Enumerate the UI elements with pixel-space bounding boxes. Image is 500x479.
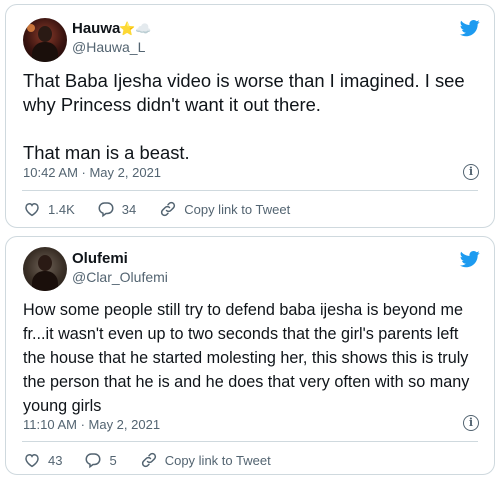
name-emoji-badge: ⭐️☁️ <box>119 21 152 36</box>
author-handle[interactable]: @Hauwa_L <box>72 39 145 55</box>
divider <box>22 190 478 191</box>
like-count: 1.4K <box>48 201 75 217</box>
tweet-timestamp[interactable]: 10:42 AM · May 2, 2021 <box>23 165 161 180</box>
reply-bubble-icon <box>85 453 101 469</box>
link-icon <box>161 201 176 217</box>
heart-icon <box>25 453 39 468</box>
like-button[interactable]: 43 <box>23 451 62 469</box>
reply-button[interactable]: 5 <box>84 451 117 469</box>
tweet-actions: 1.4K 34 Copy link to Tweet <box>23 199 290 219</box>
tweet-card[interactable]: Olufemi @Clar_Olufemi How some people st… <box>5 236 495 475</box>
avatar[interactable] <box>23 247 67 291</box>
copy-link-button[interactable]: Copy link to Tweet <box>159 200 290 218</box>
copy-link-label: Copy link to Tweet <box>164 452 271 468</box>
copy-link-label: Copy link to Tweet <box>184 201 291 217</box>
tweet-text: That Baba Ijesha video is worse than I i… <box>23 70 465 163</box>
author-handle[interactable]: @Clar_Olufemi <box>72 269 168 285</box>
tweet-text: How some people still try to defend baba… <box>23 301 470 415</box>
reply-count: 34 <box>121 201 137 217</box>
info-icon[interactable]: i <box>463 164 479 180</box>
reply-bubble-icon <box>98 202 114 218</box>
heart-icon <box>25 202 39 217</box>
like-count: 43 <box>48 452 63 468</box>
tweet-actions: 43 5 Copy link to Tweet <box>23 450 271 470</box>
reply-count: 5 <box>109 452 117 468</box>
avatar[interactable] <box>23 18 67 62</box>
author-name[interactable]: Hauwa <box>72 20 120 37</box>
tweet-timestamp[interactable]: 11:10 AM · May 2, 2021 <box>23 417 160 432</box>
link-icon <box>141 452 156 468</box>
tweet-card[interactable]: Hauwa ⭐️☁️ @Hauwa_L That Baba Ijesha vid… <box>5 4 495 228</box>
info-icon[interactable]: i <box>463 415 479 431</box>
twitter-bird-icon[interactable] <box>459 249 481 269</box>
copy-link-button[interactable]: Copy link to Tweet <box>140 451 271 469</box>
reply-button[interactable]: 34 <box>97 200 136 218</box>
twitter-bird-icon[interactable] <box>459 18 481 38</box>
like-button[interactable]: 1.4K <box>23 200 75 218</box>
author-name[interactable]: Olufemi <box>72 250 128 267</box>
divider <box>22 441 478 442</box>
